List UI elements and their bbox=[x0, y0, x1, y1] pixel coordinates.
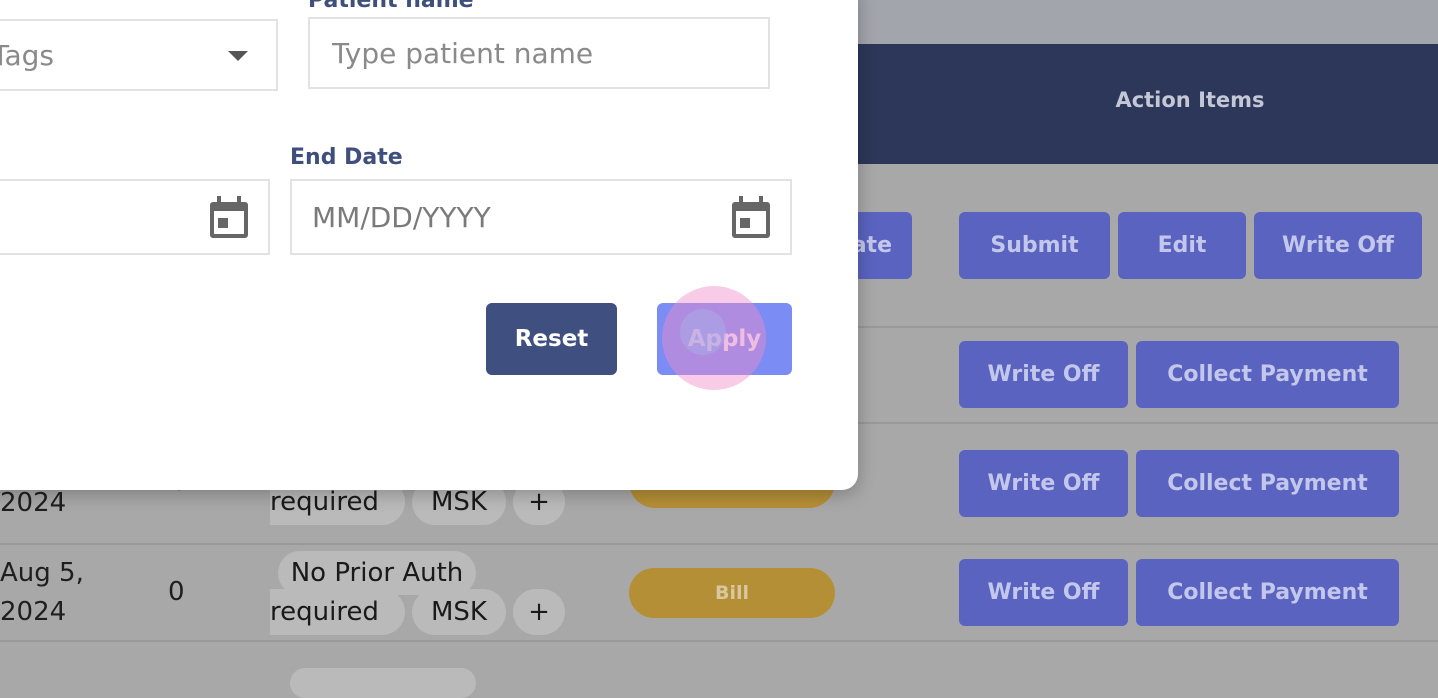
row-divider bbox=[0, 640, 1438, 642]
click-ripple-center bbox=[680, 309, 726, 355]
row4-count: 0 bbox=[168, 577, 185, 607]
row-divider bbox=[0, 543, 1438, 545]
patient-name-label: Patient name bbox=[308, 0, 474, 13]
write-off-button[interactable]: Write Off bbox=[959, 341, 1128, 408]
row4-date-line2: 2024 bbox=[0, 597, 67, 627]
end-date-label: End Date bbox=[290, 145, 403, 170]
tags-select-value: Tags bbox=[0, 38, 54, 72]
reset-button[interactable]: Reset bbox=[486, 303, 617, 375]
tag-pill: required bbox=[270, 589, 405, 635]
end-date-placeholder: MM/DD/YYYY bbox=[312, 200, 491, 234]
tags-select[interactable]: Tags bbox=[0, 19, 278, 91]
status-badge-bill: Bill bbox=[629, 568, 835, 618]
edit-button[interactable]: Edit bbox=[1118, 212, 1246, 279]
row4-date-line1: Aug 5, bbox=[0, 558, 84, 588]
calendar-icon[interactable] bbox=[210, 196, 248, 238]
calendar-icon[interactable] bbox=[732, 196, 770, 238]
patient-name-input[interactable]: Type patient name bbox=[308, 17, 770, 89]
collect-payment-button[interactable]: Collect Payment bbox=[1136, 559, 1399, 626]
column-header-action-items: Action Items bbox=[1115, 88, 1265, 112]
tag-pill bbox=[290, 668, 476, 698]
collect-payment-button[interactable]: Collect Payment bbox=[1136, 450, 1399, 517]
chevron-down-icon bbox=[228, 51, 248, 61]
tag-pill: MSK bbox=[412, 589, 506, 635]
submit-button[interactable]: Submit bbox=[959, 212, 1110, 279]
end-date-input[interactable]: MM/DD/YYYY bbox=[290, 179, 792, 255]
collect-payment-button[interactable]: Collect Payment bbox=[1136, 341, 1399, 408]
write-off-button[interactable]: Write Off bbox=[959, 450, 1128, 517]
add-tag-button[interactable]: + bbox=[513, 589, 565, 635]
start-date-input[interactable] bbox=[0, 179, 270, 255]
write-off-button[interactable]: Write Off bbox=[959, 559, 1128, 626]
patient-name-placeholder: Type patient name bbox=[332, 36, 594, 70]
write-off-button[interactable]: Write Off bbox=[1254, 212, 1422, 279]
